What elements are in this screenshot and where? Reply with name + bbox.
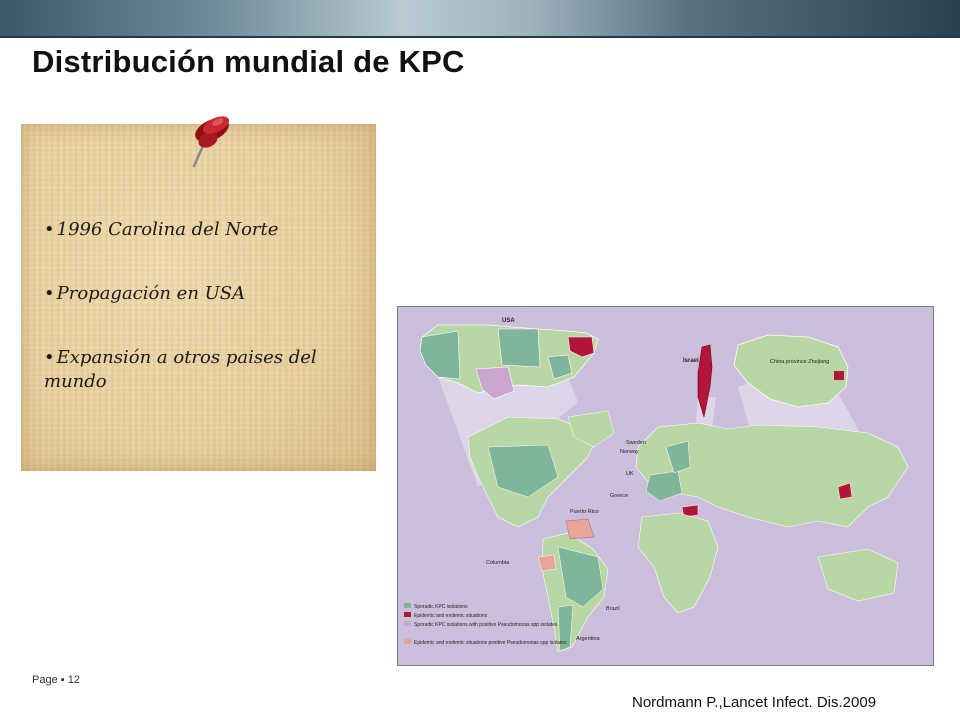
slide-title: Distribución mundial de KPC (32, 44, 465, 79)
legend-swatch (404, 612, 411, 617)
bullet-item: Propagación en USA (44, 282, 354, 306)
page-label: Page (32, 674, 58, 686)
page-number: 12 (67, 674, 80, 686)
argentina-label: Argentina (576, 636, 600, 642)
columbia-label: Columbia (486, 560, 510, 566)
brazil-label: Brazil (606, 606, 620, 612)
legend-swatch (404, 639, 411, 644)
bullet-list: 1996 Carolina del Norte Propagación en U… (44, 218, 354, 394)
header-band (0, 0, 960, 38)
legend-swatch (404, 603, 411, 608)
greece-label: Greece (610, 493, 628, 499)
map-legend: Sporadic KPC isolations Epidemic and end… (404, 603, 567, 646)
legend-item: Sporadic KPC isolations (414, 604, 468, 610)
kpc-world-map: USA Israel China province Zhejiang Swede… (397, 306, 934, 666)
page-indicator: Page ▪ 12 (32, 674, 80, 686)
citation: Nordmann P.,Lancet Infect. Dis.2009 (632, 694, 877, 711)
legend-swatch (404, 621, 411, 626)
norway-label: Norway (620, 449, 639, 455)
page-separator: ▪ (60, 674, 65, 686)
legend-item: Epidemic and endemic situations positive… (414, 640, 567, 646)
world-map-figure: USA Israel China province Zhejiang Swede… (404, 318, 909, 653)
pushpin-icon (192, 116, 230, 168)
usa-label: USA (502, 318, 515, 324)
legend-item: Epidemic and endemic situations (414, 613, 488, 619)
bullet-item: 1996 Carolina del Norte (44, 218, 354, 242)
uk-label: UK (626, 471, 634, 477)
world-continents (467, 410, 909, 653)
puerto-rico-label: Puerto Rico (570, 509, 599, 515)
sweden-label: Sweden (626, 440, 646, 446)
china-label: China province Zhejiang (770, 359, 829, 365)
israel-label: Israel (683, 358, 699, 364)
legend-item: Sporadic KPC isolations with positive Ps… (414, 622, 558, 628)
bullet-item: Expansión a otros paises del mundo (44, 346, 354, 394)
